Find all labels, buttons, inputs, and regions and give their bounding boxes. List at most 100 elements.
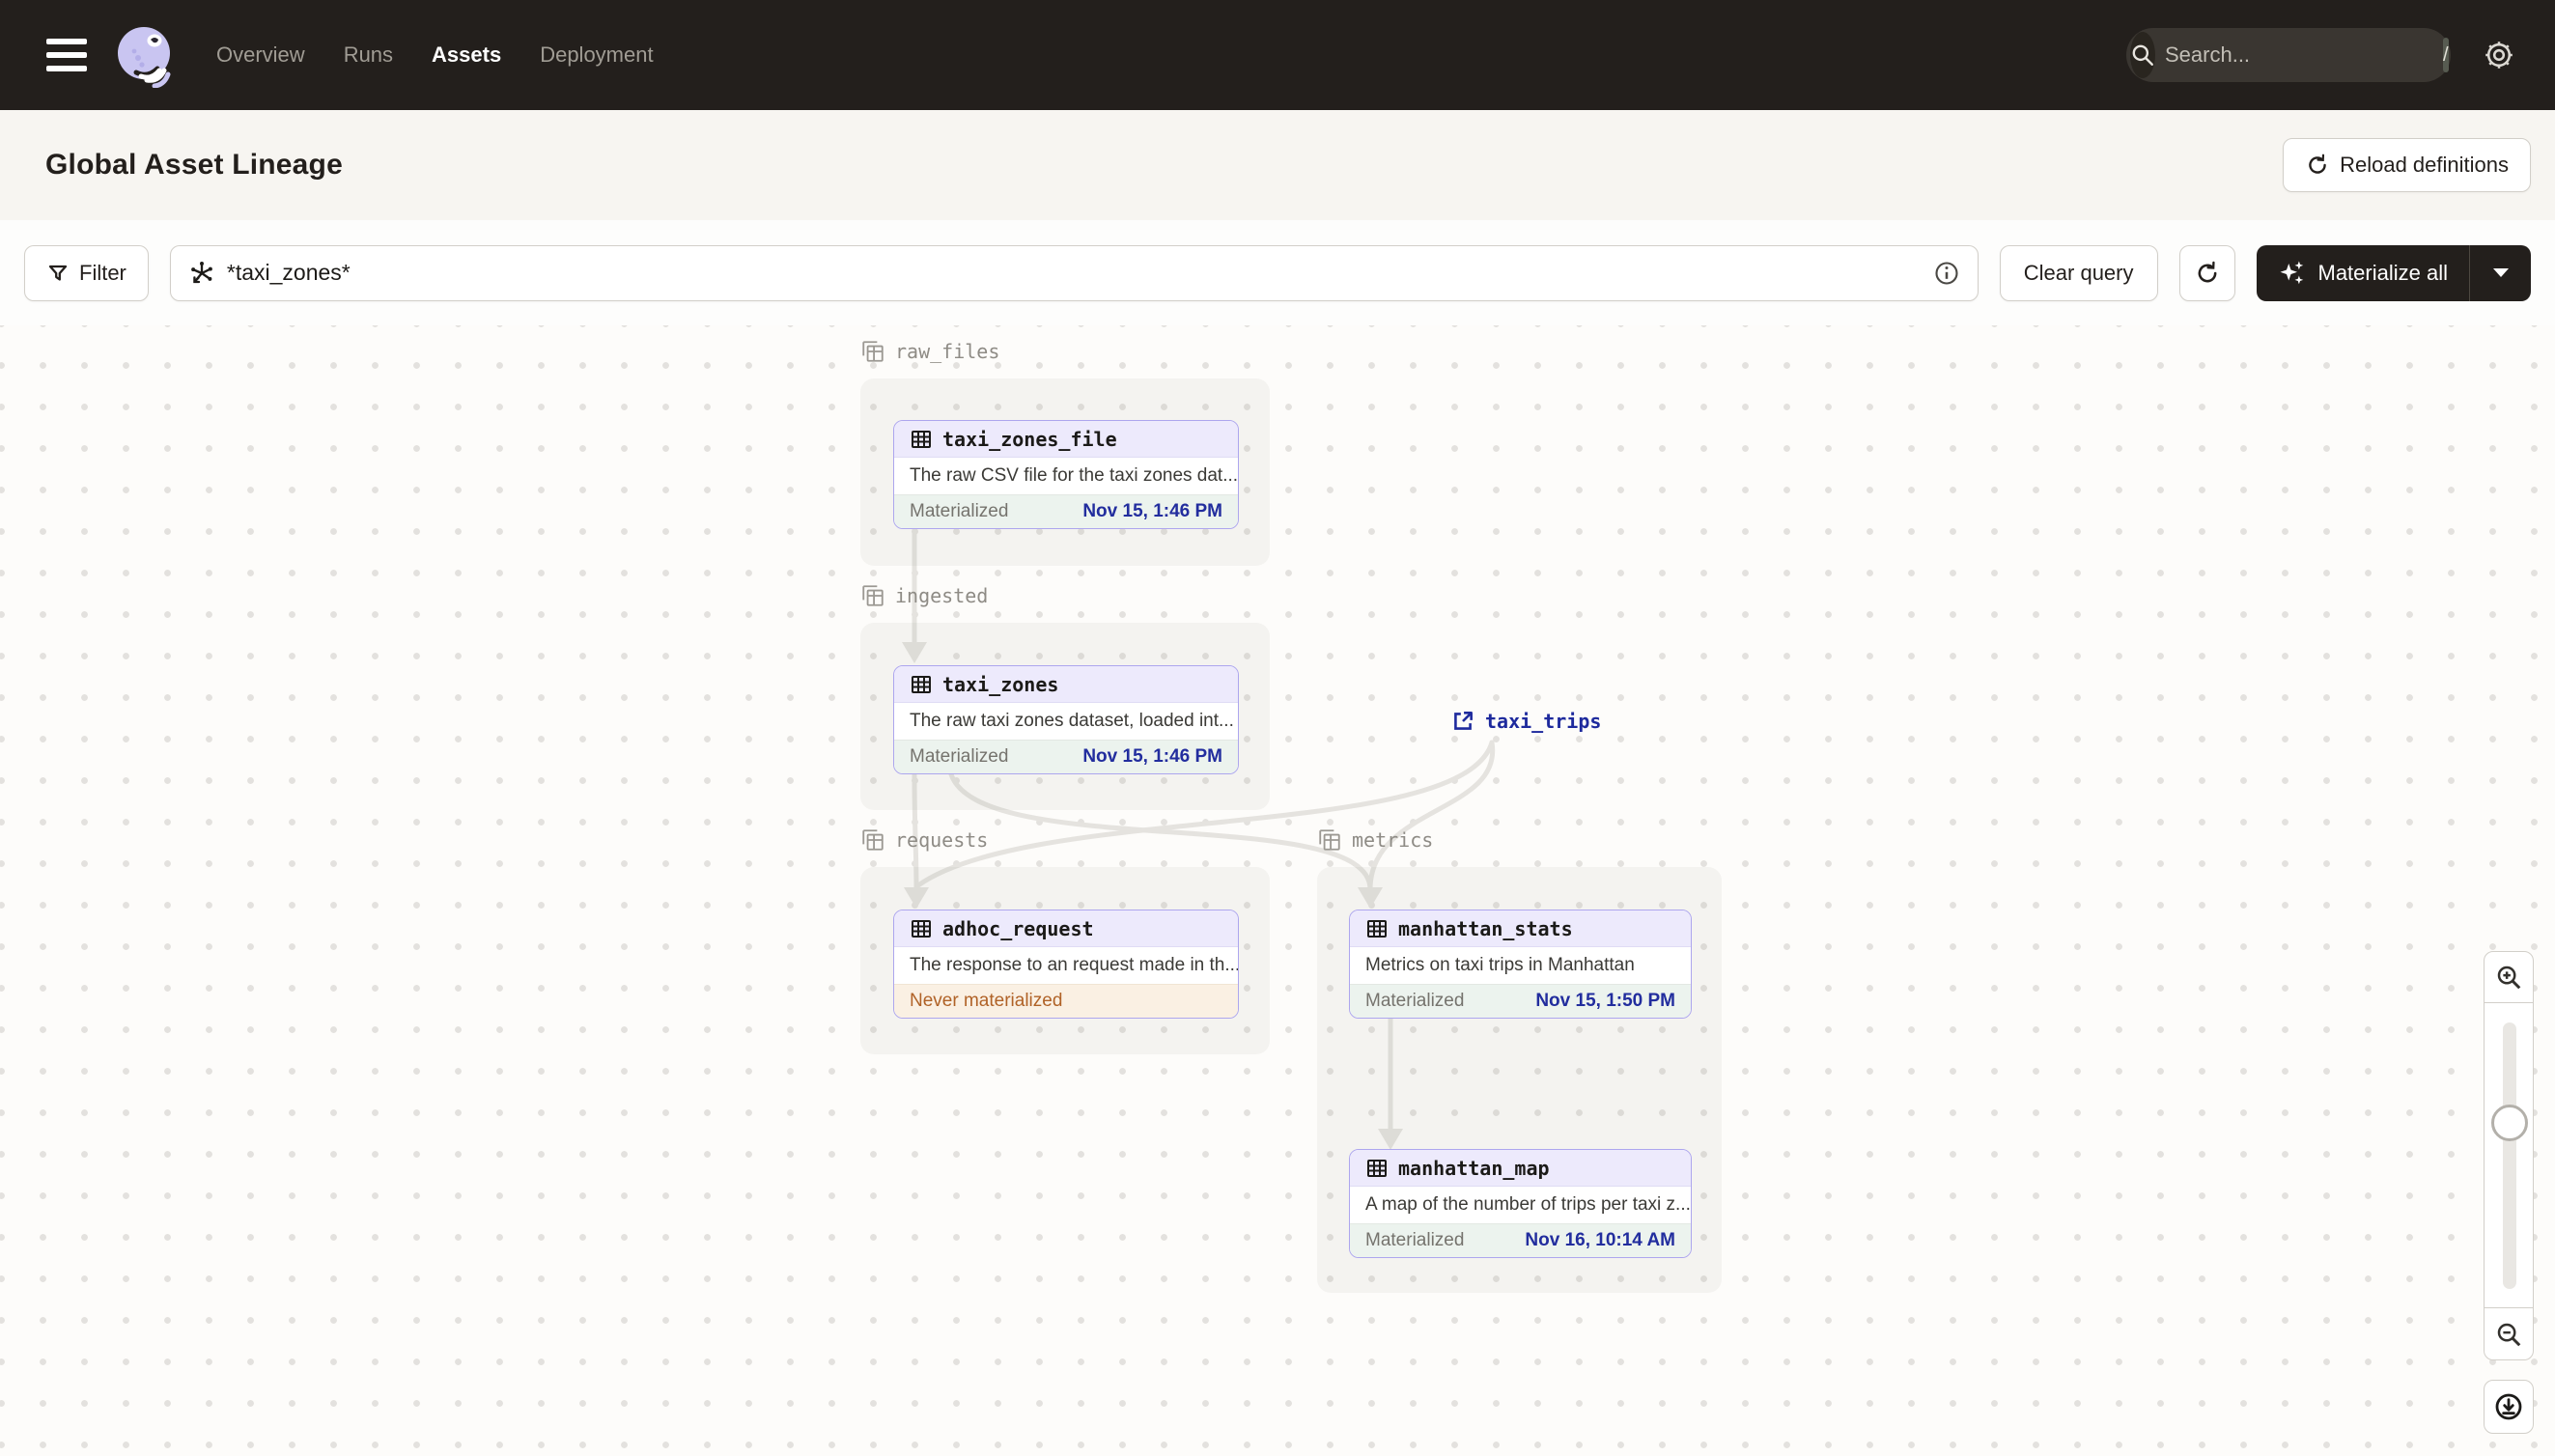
sparkle-icon [2280,261,2303,284]
menu-icon[interactable] [46,39,87,71]
asset-node-header: taxi_zones_file [894,421,1238,458]
search-input[interactable] [2165,42,2443,68]
search-shortcut-badge: / [2443,38,2449,72]
refresh-icon [2309,154,2326,174]
settings-gear-icon[interactable] [2478,34,2520,76]
group-table-icon [862,341,884,362]
dagster-logo-icon[interactable] [112,22,178,88]
asset-status: Materialized [910,501,1009,521]
group-name: ingested [895,584,989,607]
top-nav: Overview Runs Assets Deployment / [0,0,2555,110]
asset-status: Materialized [910,746,1009,767]
asset-query-field[interactable] [169,244,1979,301]
asset-node-taxi-zones[interactable]: taxi_zones The raw taxi zones dataset, l… [893,665,1239,774]
group-label-requests[interactable]: requests [860,827,988,853]
asset-description: The response to an request made in th... [910,955,1239,975]
download-arrow-icon [2495,1393,2522,1420]
asset-status: Materialized [1365,1230,1465,1250]
zoom-slider[interactable] [2484,1003,2534,1308]
external-asset-taxi-trips[interactable]: taxi_trips [1450,709,1601,734]
zoom-out-icon [2497,1323,2521,1346]
refresh-icon [2198,261,2216,282]
group-label-ingested[interactable]: ingested [860,583,988,608]
materialize-all-split-button: Materialize all [2256,244,2531,301]
materialize-all-label: Materialize all [2317,260,2449,285]
reload-definitions-label: Reload definitions [2340,153,2509,177]
group-label-raw-files[interactable]: raw_files [860,339,999,364]
asset-description: The raw taxi zones dataset, loaded int..… [910,711,1234,731]
external-link-icon [1454,712,1473,730]
asset-status-row: Materialized Nov 15, 1:50 PM [1350,984,1691,1018]
filter-button[interactable]: Filter [24,244,149,301]
asset-status-row: Materialized Nov 16, 10:14 AM [1350,1223,1691,1257]
reload-definitions-button[interactable]: Reload definitions [2283,138,2531,192]
asset-node-header: taxi_zones [894,666,1238,703]
refresh-graph-button[interactable] [2178,244,2235,301]
asset-timestamp: Nov 15, 1:46 PM [1082,501,1222,521]
page-header: Global Asset Lineage Reload definitions [0,110,2555,220]
group-name: metrics [1352,828,1434,852]
zoom-in-icon [2497,966,2521,990]
clear-query-label: Clear query [2023,260,2134,285]
asset-node-header: adhoc_request [894,910,1238,947]
materialize-dropdown-button[interactable] [2469,244,2531,301]
group-table-icon [1319,829,1340,851]
clear-query-button[interactable]: Clear query [1999,244,2158,301]
nav-item-assets[interactable]: Assets [432,42,501,68]
nav-menu: Overview Runs Assets Deployment [216,42,654,68]
asset-node-manhattan-stats[interactable]: manhattan_stats Metrics on taxi trips in… [1349,910,1692,1019]
materialize-all-button[interactable]: Materialize all [2256,244,2469,301]
asset-status-row: Never materialized [894,984,1238,1018]
asset-status: Never materialized [910,991,1063,1011]
table-icon [1367,919,1387,938]
search-bar[interactable]: / [2126,28,2451,82]
nav-item-overview[interactable]: Overview [216,42,305,68]
lineage-edges [902,527,1496,1150]
asset-status-row: Materialized Nov 15, 1:46 PM [894,740,1238,773]
table-icon [912,675,931,693]
page-title: Global Asset Lineage [45,149,343,181]
info-icon[interactable] [1933,260,1960,287]
asset-node-adhoc-request[interactable]: adhoc_request The response to an request… [893,910,1239,1019]
asset-description: Metrics on taxi trips in Manhattan [1365,955,1635,975]
asset-node-manhattan-map[interactable]: manhattan_map A map of the number of tri… [1349,1149,1692,1258]
filter-button-label: Filter [79,260,126,285]
asset-name: taxi_zones_file [942,427,1117,451]
group-name: requests [895,828,989,852]
chevron-down-icon [2492,268,2509,277]
asset-name: taxi_zones [942,672,1059,696]
asset-status: Materialized [1365,991,1465,1011]
zoom-slider-thumb[interactable] [2491,1105,2528,1141]
asset-node-header: manhattan_stats [1350,910,1691,947]
asset-description: The raw CSV file for the taxi zones dat.… [910,465,1239,486]
asset-status-row: Materialized Nov 15, 1:46 PM [894,494,1238,528]
asset-name: adhoc_request [942,916,1094,940]
recenter-button[interactable] [2484,1380,2534,1434]
external-asset-name: taxi_trips [1485,710,1602,733]
group-table-icon [862,829,884,851]
toolbar: Filter Clear query Materializ [0,220,2555,325]
zoom-controls [2484,951,2534,1434]
asset-timestamp: Nov 15, 1:46 PM [1082,746,1222,767]
op-selector-icon [191,261,212,283]
asset-query-input[interactable] [226,260,1922,286]
asset-name: manhattan_stats [1398,916,1573,940]
table-icon [912,919,931,938]
zoom-out-button[interactable] [2484,1308,2534,1360]
table-icon [912,430,931,448]
filter-funnel-icon [48,265,68,281]
asset-node-taxi-zones-file[interactable]: taxi_zones_file The raw CSV file for the… [893,420,1239,529]
nav-item-runs[interactable]: Runs [344,42,393,68]
zoom-slider-track[interactable] [2503,1022,2516,1289]
search-icon [2130,32,2155,78]
asset-node-header: manhattan_map [1350,1150,1691,1187]
asset-timestamp: Nov 16, 10:14 AM [1525,1230,1675,1250]
asset-description: A map of the number of trips per taxi z.… [1365,1194,1691,1215]
group-table-icon [862,585,884,606]
group-label-metrics[interactable]: metrics [1317,827,1433,853]
table-icon [1367,1159,1387,1177]
zoom-in-button[interactable] [2484,951,2534,1003]
group-name: raw_files [895,340,1000,363]
lineage-canvas[interactable]: raw_files ingested requests metrics taxi… [0,325,2555,1456]
nav-item-deployment[interactable]: Deployment [540,42,653,68]
